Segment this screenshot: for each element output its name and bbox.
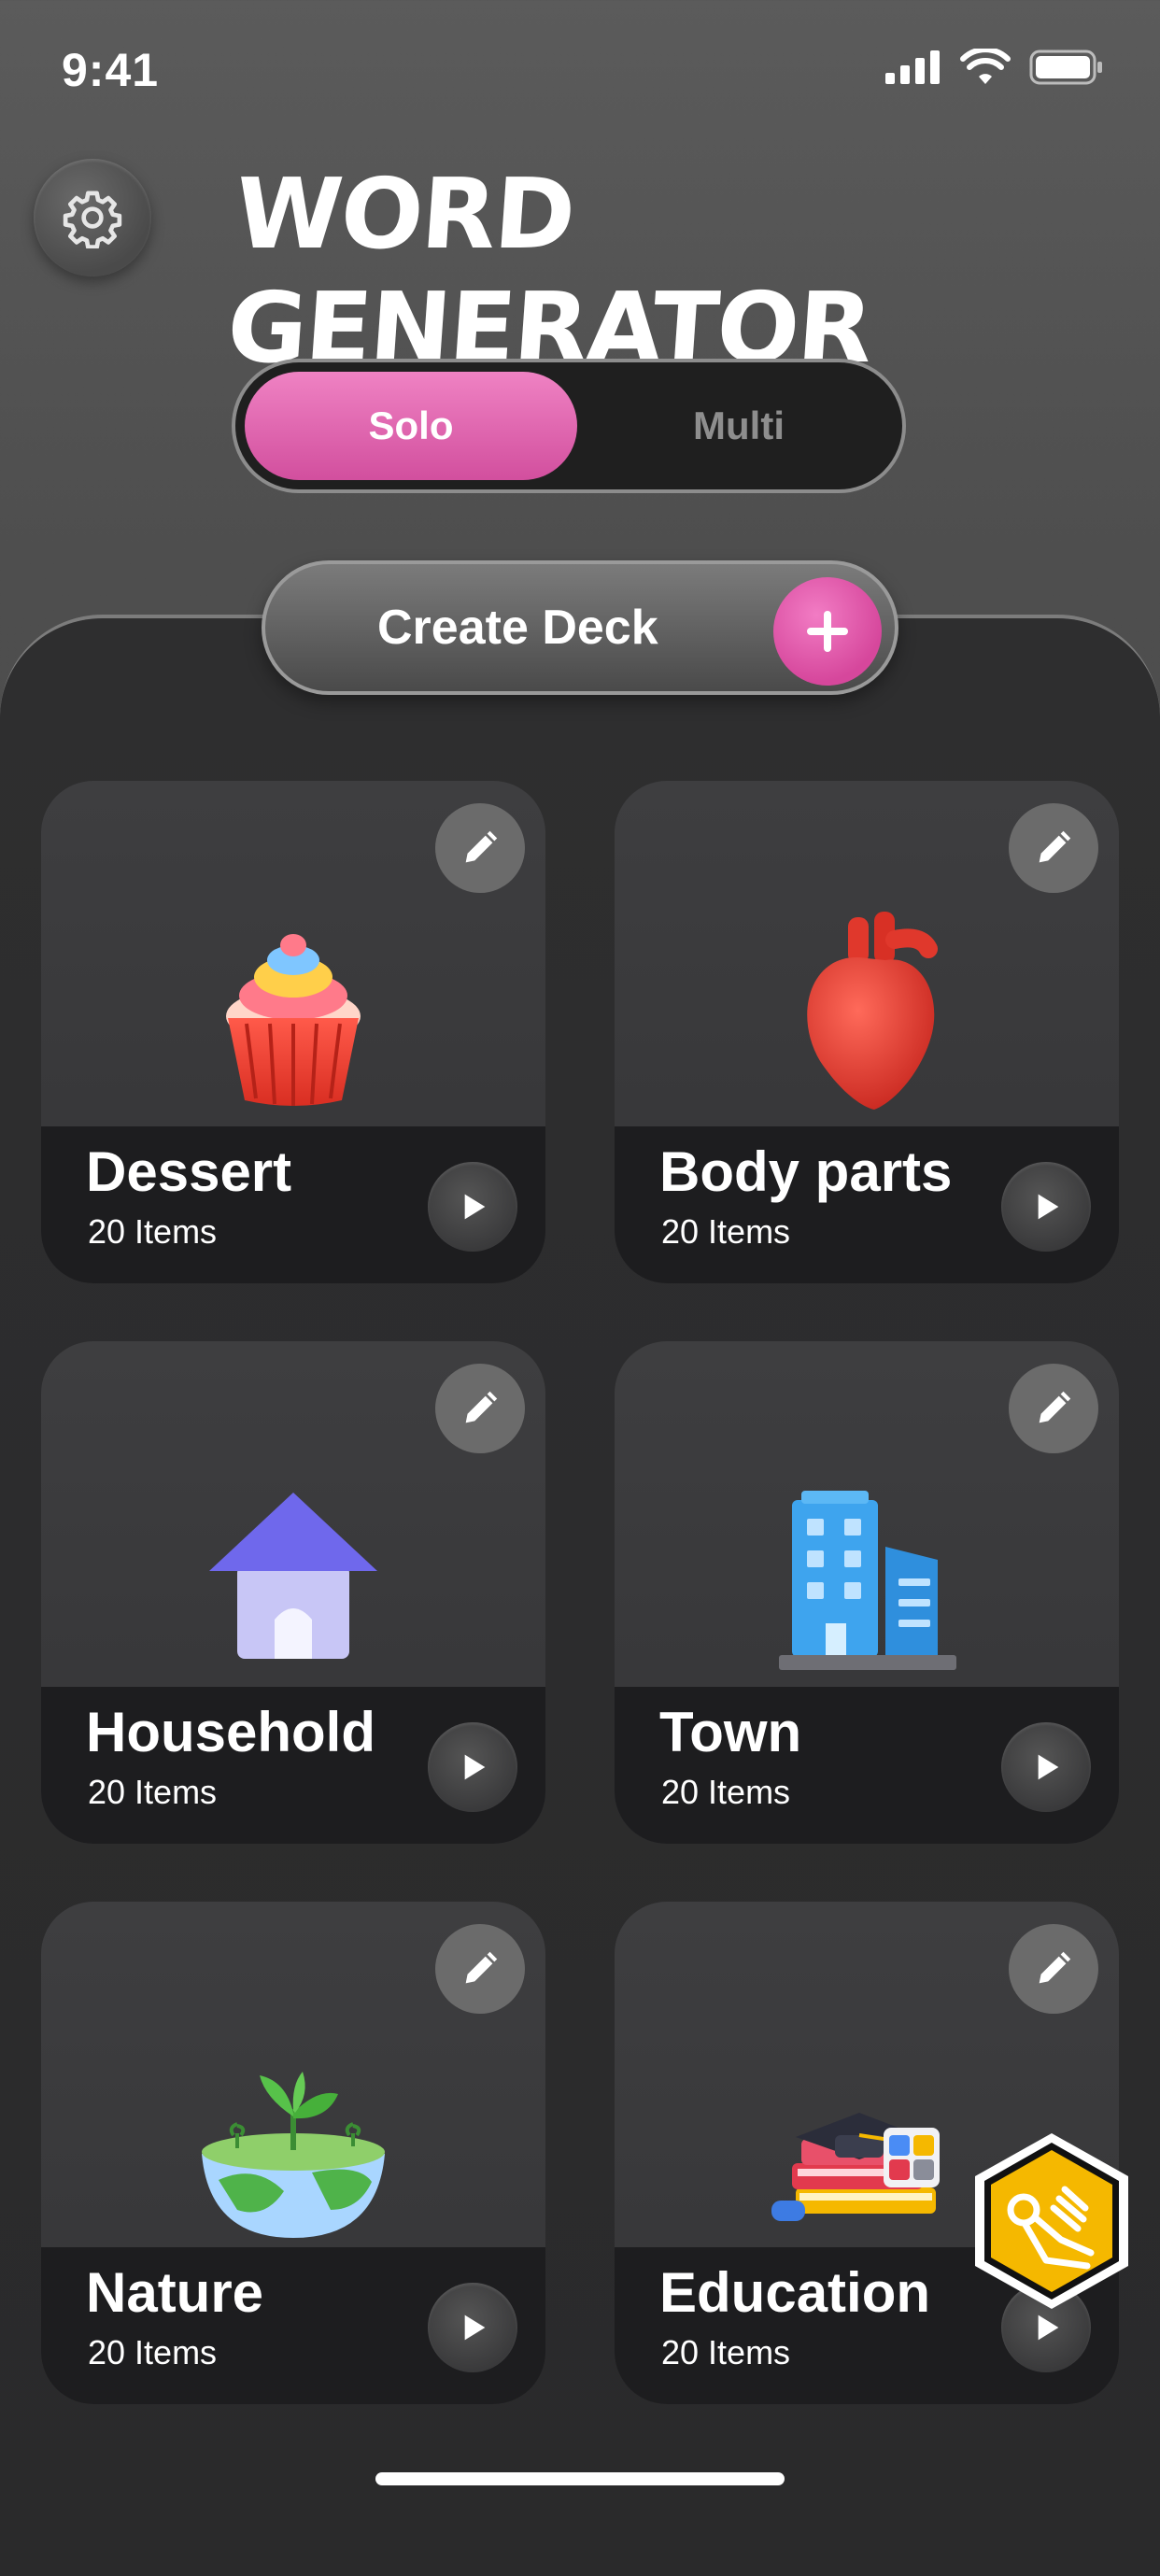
ok-hand-badge[interactable] <box>968 2130 1136 2313</box>
deck-count: 20 Items <box>88 1212 218 1251</box>
books-graduation-cap-icon <box>771 2113 940 2221</box>
play-deck-button[interactable] <box>1001 1162 1091 1252</box>
battery-icon <box>1029 50 1102 85</box>
deck-card-household[interactable]: Household 20 Items <box>41 1341 545 1844</box>
mode-multi-button[interactable]: Multi <box>585 372 893 480</box>
heart-icon <box>807 912 938 1110</box>
pencil-icon <box>465 1391 498 1423</box>
deck-title: Dessert <box>86 1140 292 1203</box>
play-deck-button[interactable] <box>428 1162 517 1252</box>
mode-solo-button[interactable]: Solo <box>245 372 577 480</box>
pencil-icon <box>465 830 498 863</box>
deck-count: 20 Items <box>88 1773 218 1811</box>
settings-button[interactable] <box>34 159 151 276</box>
buildings-icon <box>779 1491 956 1670</box>
edit-deck-button[interactable] <box>435 1924 525 2014</box>
play-icon <box>464 2314 486 2341</box>
deck-title: Town <box>659 1701 802 1763</box>
create-deck-plus-button[interactable] <box>773 577 882 686</box>
edit-deck-button[interactable] <box>1009 803 1098 893</box>
play-icon <box>1038 1754 1059 1780</box>
play-icon <box>464 1194 486 1220</box>
deck-title: Education <box>659 2261 931 2324</box>
deck-card-body-parts[interactable]: Body parts 20 Items <box>615 781 1119 1283</box>
house-icon <box>209 1493 377 1659</box>
deck-count: 20 Items <box>661 1773 791 1811</box>
status-icons <box>885 49 1104 86</box>
create-deck-label: Create Deck <box>377 601 658 655</box>
home-indicator <box>375 2472 785 2485</box>
create-deck-button[interactable]: Create Deck <box>262 560 898 695</box>
mode-toggle: Solo Multi <box>232 359 906 493</box>
deck-title: Nature <box>86 2261 264 2324</box>
edit-deck-button[interactable] <box>435 803 525 893</box>
deck-card-nature[interactable]: Nature 20 Items <box>41 1902 545 2404</box>
plus-icon <box>807 611 848 652</box>
play-deck-button[interactable] <box>428 1722 517 1812</box>
edit-deck-button[interactable] <box>1009 1924 1098 2014</box>
status-time: 9:41 <box>62 44 160 96</box>
pencil-icon <box>465 1951 498 1984</box>
deck-card-town[interactable]: Town 20 Items <box>615 1341 1119 1844</box>
status-bar: 9:41 <box>0 0 1160 140</box>
play-icon <box>1038 1194 1059 1220</box>
deck-count: 20 Items <box>661 1212 791 1251</box>
play-icon <box>1038 2314 1059 2341</box>
cupcake-icon <box>226 934 361 1106</box>
deck-count: 20 Items <box>661 2333 791 2371</box>
deck-count: 20 Items <box>88 2333 218 2371</box>
wifi-icon <box>960 49 1011 84</box>
app-title: WORD GENERATOR <box>223 157 875 385</box>
play-deck-button[interactable] <box>1001 1722 1091 1812</box>
deck-card-dessert[interactable]: Dessert 20 Items <box>41 781 545 1283</box>
deck-title: Household <box>86 1701 375 1763</box>
cellular-signal-icon <box>885 50 940 84</box>
pencil-icon <box>1039 830 1071 863</box>
edit-deck-button[interactable] <box>1009 1364 1098 1453</box>
pencil-icon <box>1039 1391 1071 1423</box>
play-icon <box>464 1754 486 1780</box>
deck-title: Body parts <box>659 1140 953 1203</box>
pencil-icon <box>1039 1951 1071 1984</box>
play-deck-button[interactable] <box>428 2283 517 2372</box>
earth-plant-icon <box>202 2072 385 2238</box>
edit-deck-button[interactable] <box>435 1364 525 1453</box>
gear-icon <box>63 191 122 248</box>
